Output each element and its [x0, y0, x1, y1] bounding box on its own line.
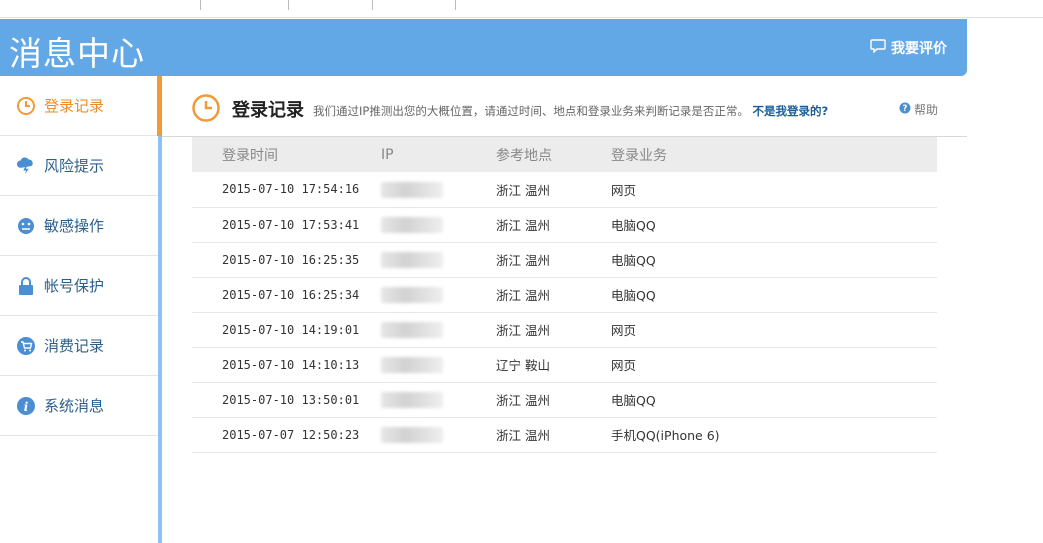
- cell-location: 浙江 温州: [496, 172, 611, 208]
- cell-service: 电脑QQ: [611, 207, 937, 243]
- column-header-time: 登录时间: [222, 147, 278, 164]
- sidebar-item-label: 帐号保护: [44, 277, 105, 295]
- sidebar-item-label: 消费记录: [44, 337, 105, 355]
- redaction-blur: [381, 216, 443, 233]
- cell-time: 2015-07-10 14:10:13: [192, 347, 381, 383]
- cell-location: 辽宁 鞍山: [496, 347, 611, 383]
- cell-service: 网页: [611, 172, 937, 208]
- sidebar-item-label: 系统消息: [44, 397, 105, 415]
- cell-ip-redacted: [381, 277, 496, 313]
- sidebar-item-risk-alerts[interactable]: 风险提示: [0, 136, 158, 196]
- sidebar-item-label: 敏感操作: [44, 217, 105, 235]
- content-header: 登录记录 我们通过IP推测出您的大概位置，请通过时间、地点和登录业务来判断记录是…: [162, 76, 967, 137]
- sidebar-item-purchase-records[interactable]: 消费记录: [0, 316, 158, 376]
- cell-ip-redacted: [381, 312, 496, 348]
- cell-service: 电脑QQ: [611, 277, 937, 313]
- cell-location: 浙江 温州: [496, 277, 611, 313]
- cell-time: 2015-07-10 13:50:01: [192, 382, 381, 418]
- cell-ip-redacted: [381, 417, 496, 453]
- cell-location: 浙江 温州: [496, 382, 611, 418]
- cloud-lightning-icon: [16, 156, 36, 176]
- table-row: 2015-07-10 16:25:35 浙江 温州 电脑QQ: [192, 242, 937, 278]
- column-header-ip: IP: [381, 146, 394, 163]
- feedback-button[interactable]: 我要评价: [870, 38, 947, 58]
- sidebar-item-system-messages[interactable]: i 系统消息: [0, 376, 158, 436]
- table-row: 2015-07-10 17:53:41 浙江 温州 电脑QQ: [192, 207, 937, 243]
- cell-time: 2015-07-07 12:50:23: [192, 417, 381, 453]
- cell-service: 电脑QQ: [611, 382, 937, 418]
- redaction-blur: [381, 321, 443, 338]
- info-icon: i: [16, 396, 36, 416]
- cell-service: 电脑QQ: [611, 242, 937, 278]
- not-me-link[interactable]: 不是我登录的?: [752, 104, 828, 118]
- redaction-blur: [381, 391, 443, 408]
- lock-icon: [16, 276, 36, 296]
- svg-text:i: i: [24, 400, 29, 414]
- column-header-location: 参考地点: [496, 147, 552, 164]
- cell-location: 浙江 温州: [496, 207, 611, 243]
- question-icon: ?: [899, 102, 911, 117]
- nav-separator: [200, 0, 201, 10]
- sidebar-divider: [158, 76, 162, 543]
- cell-ip-redacted: [381, 172, 496, 208]
- cell-time: 2015-07-10 16:25:35: [192, 242, 381, 278]
- table-row: 2015-07-10 16:25:34 浙江 温州 电脑QQ: [192, 277, 937, 313]
- sidebar-item-account-protection[interactable]: 帐号保护: [0, 256, 158, 316]
- svg-text:?: ?: [903, 104, 908, 114]
- cell-service: 网页: [611, 347, 937, 383]
- sidebar-item-label: 风险提示: [44, 157, 105, 175]
- nav-separator: [455, 0, 456, 10]
- cell-location: 浙江 温州: [496, 417, 611, 453]
- nav-separator: [372, 0, 373, 10]
- cell-service: 网页: [611, 312, 937, 348]
- clock-icon: [191, 93, 221, 127]
- cell-time: 2015-07-10 17:53:41: [192, 207, 381, 243]
- redaction-blur: [381, 286, 443, 303]
- cell-time: 2015-07-10 17:54:16: [192, 172, 381, 208]
- cart-icon: [16, 336, 36, 356]
- top-nav-strip: [0, 0, 1043, 18]
- redaction-blur: [381, 356, 443, 373]
- sidebar-item-login-records[interactable]: 登录记录: [0, 76, 158, 136]
- sidebar-item-label: 登录记录: [44, 97, 105, 115]
- cell-time: 2015-07-10 14:19:01: [192, 312, 381, 348]
- table-row: 2015-07-10 17:54:16 浙江 温州 网页: [192, 172, 937, 208]
- section-description: 我们通过IP推测出您的大概位置，请通过时间、地点和登录业务来判断记录是否正常。 …: [313, 103, 828, 119]
- cell-ip-redacted: [381, 347, 496, 383]
- table-row: 2015-07-07 12:50:23 浙江 温州 手机QQ(iPhone 6): [192, 417, 937, 453]
- clock-icon: [16, 96, 36, 116]
- redaction-blur: [381, 426, 443, 443]
- help-label: 帮助: [913, 103, 938, 117]
- redaction-blur: [381, 251, 443, 268]
- section-title: 登录记录: [232, 100, 304, 121]
- column-header-service: 登录业务: [611, 147, 667, 164]
- table-row: 2015-07-10 14:19:01 浙江 温州 网页: [192, 312, 937, 348]
- redaction-blur: [381, 181, 443, 198]
- cell-ip-redacted: [381, 382, 496, 418]
- table-row: 2015-07-10 14:10:13 辽宁 鞍山 网页: [192, 347, 937, 383]
- help-link[interactable]: ? 帮助: [899, 101, 938, 118]
- nav-separator: [288, 0, 289, 10]
- description-text: 我们通过IP推测出您的大概位置，请通过时间、地点和登录业务来判断记录是否正常。: [313, 104, 749, 118]
- login-records-table: 登录时间 IP 参考地点 登录业务 2015-07-10 17:54:16 浙江…: [192, 137, 937, 453]
- face-icon: [16, 216, 36, 236]
- feedback-label: 我要评价: [891, 41, 947, 57]
- cell-location: 浙江 温州: [496, 312, 611, 348]
- cell-time: 2015-07-10 16:25:34: [192, 277, 381, 313]
- cell-service: 手机QQ(iPhone 6): [611, 417, 937, 453]
- cell-location: 浙江 温州: [496, 242, 611, 278]
- page-header: 消息中心 我要评价: [0, 19, 967, 76]
- cell-ip-redacted: [381, 207, 496, 243]
- table-row: 2015-07-10 13:50:01 浙江 温州 电脑QQ: [192, 382, 937, 418]
- sidebar-item-sensitive-ops[interactable]: 敏感操作: [0, 196, 158, 256]
- page-title: 消息中心: [9, 34, 145, 73]
- speech-bubble-icon: [870, 39, 886, 57]
- cell-ip-redacted: [381, 242, 496, 278]
- sidebar: 登录记录 风险提示 敏感操作 帐号保护 消费记录 i 系统消息: [0, 76, 158, 543]
- table-header-row: 登录时间 IP 参考地点 登录业务: [192, 137, 937, 172]
